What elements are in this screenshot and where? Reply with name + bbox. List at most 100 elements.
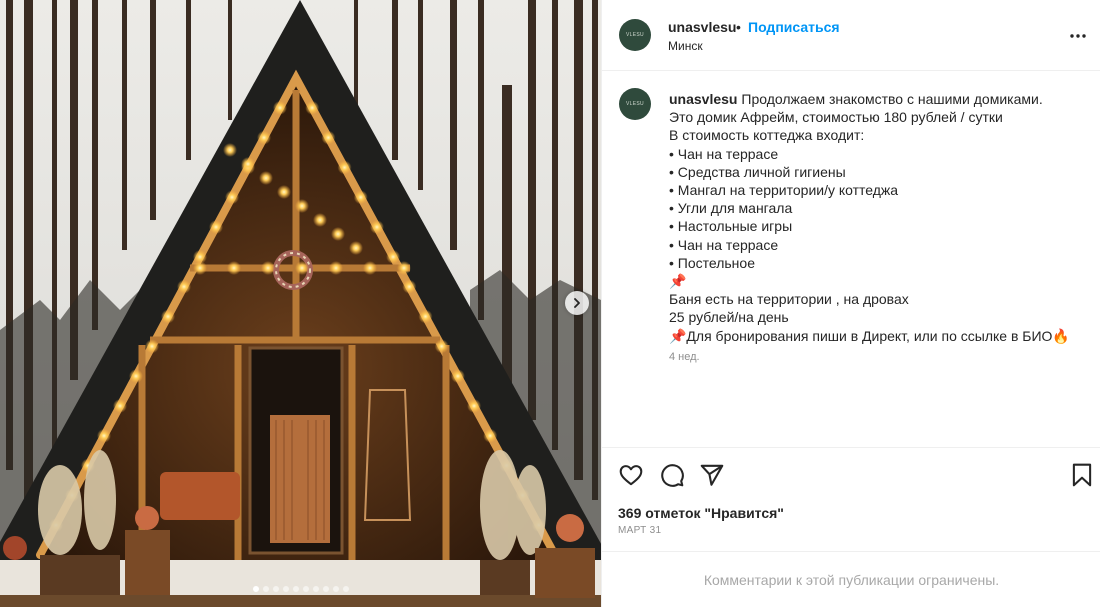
light-bulb (363, 261, 377, 275)
post-caption: VLESU unasvlesu Продолжаем знакомство с … (602, 71, 1100, 447)
share-icon (700, 464, 724, 486)
carousel-indicator (0, 586, 601, 592)
caption-line-text: • Постельное (669, 254, 755, 271)
post-location[interactable]: Минск (668, 39, 703, 53)
caption-line-text: 📌 (669, 273, 687, 290)
carousel-dot (312, 586, 319, 592)
light-bulb (467, 398, 482, 413)
light-bulb (193, 261, 207, 275)
more-options-icon (1070, 34, 1086, 38)
carousel-dot (252, 586, 259, 592)
post-date[interactable]: МАРТ 31 (618, 525, 661, 536)
carousel-dot (262, 586, 269, 592)
carousel-dot (302, 586, 309, 592)
light-bulb (353, 190, 368, 205)
light-bulb (450, 369, 465, 384)
caption-line: Это домик Афрейм, стоимостью 180 рублей … (669, 108, 1089, 126)
light-bulb (295, 199, 309, 213)
author-username[interactable]: unasvlesu (668, 19, 736, 35)
light-bulb (145, 339, 159, 354)
caption-line: 📌 (669, 272, 1089, 290)
post-panel: VLESU unasvlesu • Подписаться Минск VLES… (601, 0, 1100, 607)
carousel-next-button[interactable] (565, 291, 589, 315)
likes-count[interactable]: 369 отметок "Нравится" (618, 505, 784, 521)
light-bulb (223, 143, 237, 157)
caption-text: unasvlesu Продолжаем знакомство с нашими… (669, 90, 1089, 345)
caption-line: • Угли для мангала (669, 199, 1089, 217)
comment-icon (661, 464, 684, 487)
post-actions: 369 отметок "Нравится" МАРТ 31 (602, 447, 1100, 551)
a-frame-cabin-photo (0, 0, 601, 607)
light-bulb (305, 100, 320, 115)
light-bulb (418, 309, 433, 324)
avatar-logo-text: VLESU (626, 32, 644, 38)
caption-line: • Чан на террасе (669, 236, 1089, 254)
comment-button[interactable] (659, 462, 685, 488)
carousel-dot (272, 586, 279, 592)
caption-line: Баня есть на территории , на дровах (669, 290, 1089, 308)
light-bulb (161, 309, 175, 324)
light-bulb (241, 157, 255, 171)
caption-line-text: 📌Для бронирования пиши в Директ, или по … (669, 327, 1070, 344)
caption-line-text: Баня есть на территории , на дровах (669, 291, 909, 308)
light-bulb (349, 241, 363, 255)
post-media[interactable] (0, 0, 601, 607)
caption-timestamp[interactable]: 4 нед. (669, 351, 700, 363)
caption-line: • Мангал на территории/у коттеджа (669, 181, 1089, 199)
light-bulb (209, 220, 223, 235)
caption-line-text: • Угли для мангала (669, 200, 793, 217)
header-separator: • (736, 19, 741, 35)
light-bulb (329, 261, 343, 275)
share-button[interactable] (699, 462, 725, 488)
light-bulb (337, 160, 352, 175)
more-options-button[interactable] (1068, 26, 1088, 46)
heart-icon (619, 465, 643, 486)
light-bulb (386, 249, 401, 264)
light-bulb (129, 369, 143, 384)
light-bulb (177, 279, 191, 294)
light-bulb (227, 261, 241, 275)
light-bulb (225, 190, 239, 205)
bookmark-icon (1072, 463, 1092, 487)
avatar-logo-text: VLESU (626, 101, 644, 107)
caption-avatar[interactable]: VLESU (619, 88, 651, 120)
carousel-dot (282, 586, 289, 592)
carousel-dot (332, 586, 339, 592)
like-button[interactable] (618, 462, 644, 488)
caption-line-text: • Настольные игры (669, 218, 793, 235)
light-bulb (313, 213, 327, 227)
light-bulb (257, 130, 271, 145)
light-bulb (321, 130, 336, 145)
caption-line-text: Продолжаем знакомство с нашими домиками. (741, 91, 1043, 107)
caption-line: 25 рублей/на день (669, 308, 1089, 326)
caption-line: 📌Для бронирования пиши в Директ, или по … (669, 327, 1089, 345)
avatar[interactable]: VLESU (619, 19, 651, 51)
caption-line-text: • Мангал на территории/у коттеджа (669, 182, 899, 199)
carousel-dot (292, 586, 299, 592)
light-bulb (277, 185, 291, 199)
caption-line: • Настольные игры (669, 217, 1089, 235)
carousel-dot (322, 586, 329, 592)
light-bulb (434, 339, 449, 354)
light-bulb (483, 428, 498, 443)
caption-line-text: Это домик Афрейм, стоимостью 180 рублей … (669, 109, 1003, 126)
caption-line: В стоимость коттеджа входит: (669, 126, 1089, 144)
chevron-right-icon (574, 298, 580, 308)
caption-line: • Чан на террасе (669, 145, 1089, 163)
caption-line-text: • Чан на террасе (669, 236, 779, 253)
save-button[interactable] (1069, 462, 1095, 488)
light-bulb (259, 171, 273, 185)
caption-line: unasvlesu Продолжаем знакомство с нашими… (669, 90, 1089, 108)
post-header: VLESU unasvlesu • Подписаться Минск (602, 0, 1100, 71)
light-bulb (331, 227, 345, 241)
follow-button[interactable]: Подписаться (748, 19, 840, 35)
comments-restricted-notice: Комментарии к этой публикации ограничены… (602, 551, 1100, 607)
caption-line: • Средства личной гигиены (669, 163, 1089, 181)
light-bulb (397, 261, 411, 275)
caption-line-text: • Чан на террасе (669, 145, 779, 162)
light-bulb (402, 279, 417, 294)
caption-line: • Постельное (669, 254, 1089, 272)
caption-line-text: • Средства личной гигиены (669, 163, 846, 180)
light-bulb (113, 398, 127, 413)
caption-username[interactable]: unasvlesu (669, 91, 737, 107)
